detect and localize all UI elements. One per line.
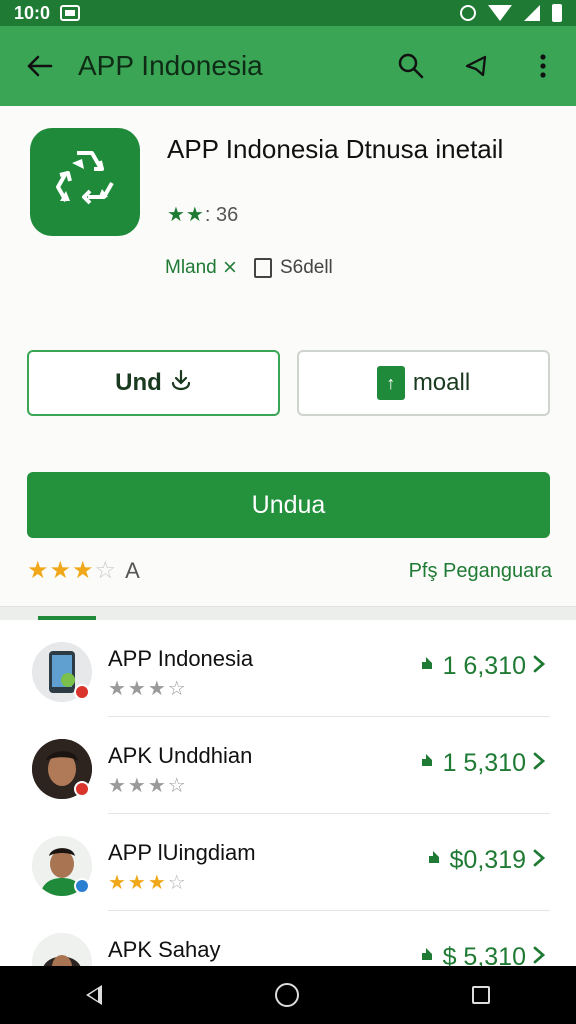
- chevron-right-icon: [532, 846, 546, 875]
- avatar: [32, 933, 92, 966]
- list-item-price: 1 5,310: [417, 749, 546, 778]
- app-size-value: S6dell: [279, 256, 333, 278]
- list-item-price-value: $ 5,310: [442, 943, 526, 966]
- status-bar: 10:0: [0, 0, 576, 26]
- app-size: S6dell: [253, 256, 333, 279]
- primary-download-label: Undua: [251, 490, 326, 519]
- chevron-right-icon: [532, 652, 546, 681]
- system-nav-bar: [0, 966, 576, 1024]
- list-item[interactable]: APP lUingdiam ★★★☆ $0,319: [0, 814, 576, 911]
- back-arrow-icon[interactable]: [0, 52, 78, 80]
- user-rating-label: A: [125, 557, 140, 583]
- install-icon: ↑: [376, 366, 405, 400]
- download-count-icon: [424, 846, 444, 875]
- battery-icon: [552, 4, 562, 22]
- list-item-price-value: $0,319: [449, 846, 526, 874]
- download-icon: [170, 369, 192, 398]
- install-button[interactable]: ↑ moall: [297, 350, 550, 416]
- list-item-price-value: 1 5,310: [442, 749, 526, 777]
- app-list: APP Indonesia ★★★☆ 1 6,310 APK Unddhian …: [0, 620, 576, 966]
- search-icon[interactable]: [378, 52, 444, 80]
- app-header: APP Indonesia Dtnusa inetail ★★: 36 Mlan…: [0, 106, 576, 606]
- rating-stars-icon: ★★★☆: [108, 775, 188, 797]
- wifi-icon: [488, 5, 512, 21]
- signal-icon: [524, 5, 540, 21]
- developer-name[interactable]: Mland ⨯: [165, 256, 238, 279]
- app-name: APP Indonesia Dtnusa inetail: [167, 134, 504, 164]
- list-item-name: APP lUingdiam: [108, 840, 256, 865]
- chevron-right-icon: [532, 943, 546, 966]
- nav-back-icon[interactable]: [86, 985, 103, 1005]
- verified-badge-icon: [74, 781, 90, 797]
- verified-badge-icon: [74, 684, 90, 700]
- rating-stars-icon: ★★: [167, 204, 205, 226]
- list-item-name: APP Indonesia: [108, 646, 254, 671]
- list-item-price: $ 5,310: [417, 943, 546, 966]
- recycle-icon: [30, 128, 140, 236]
- app-rating: ★★: 36: [167, 204, 239, 226]
- download-small-label: Und: [115, 369, 162, 396]
- status-time: 10:0: [14, 2, 51, 23]
- list-item-name: APK Unddhian: [108, 743, 253, 768]
- rating-value: 36: [215, 204, 239, 226]
- chevron-right-icon: [532, 749, 546, 778]
- verified-badge-icon: [74, 878, 90, 894]
- download-small-button[interactable]: Und: [27, 350, 280, 416]
- nav-home-icon[interactable]: [274, 983, 299, 1007]
- list-item-name: APK Sahay: [108, 937, 221, 962]
- primary-download-button[interactable]: Undua: [27, 472, 550, 538]
- list-item-price: $0,319: [424, 846, 546, 875]
- share-icon[interactable]: [444, 52, 510, 80]
- list-item-price-value: 1 6,310: [442, 652, 526, 680]
- list-item-price: 1 6,310: [417, 652, 546, 681]
- app-bar: APP Indonesia: [0, 26, 576, 106]
- nav-recents-icon[interactable]: [471, 986, 490, 1004]
- rating-stars-icon: ★★★☆: [108, 872, 188, 894]
- file-icon: [253, 257, 272, 278]
- list-item[interactable]: APK Unddhian ★★★☆ 1 5,310: [0, 717, 576, 814]
- status-icons: [460, 4, 562, 22]
- download-count-icon: [417, 652, 437, 681]
- user-reviews-link[interactable]: Pfş Peganguara: [409, 560, 552, 583]
- install-label: moall: [412, 369, 471, 396]
- more-vert-icon[interactable]: [510, 52, 576, 80]
- alarm-icon: [460, 5, 476, 21]
- page-title: APP Indonesia: [78, 50, 263, 81]
- app-meta: Mland ⨯ S6dell: [165, 256, 333, 279]
- notification-icon: [60, 5, 81, 21]
- download-count-icon: [417, 749, 437, 778]
- user-rating-row: ★★★☆ A: [27, 556, 140, 585]
- rating-stars-icon: ★★★☆: [27, 557, 118, 584]
- list-item[interactable]: APK Sahay $ 5,310: [0, 911, 576, 966]
- download-count-icon: [417, 943, 437, 966]
- list-item[interactable]: APP Indonesia ★★★☆ 1 6,310: [0, 620, 576, 717]
- rating-stars-icon: ★★★☆: [108, 678, 188, 700]
